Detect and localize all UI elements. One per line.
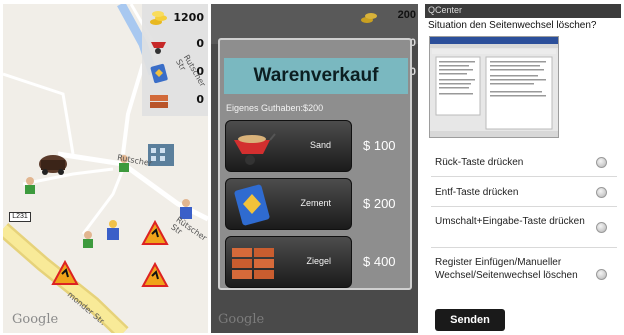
qcenter-panel: QCenter Situation den Seitenwechsel lösc… [425,4,621,333]
screenshot-collage: 1200 0 0 0 Rutscher Str Rutscher Rütsche… [0,0,624,335]
google-attribution: Google [12,312,59,327]
worker-icon[interactable] [83,231,93,248]
answer-option[interactable]: Rück-Taste drücken [435,156,615,169]
gold-coins-icon [150,11,167,25]
divider [431,176,617,177]
cement-bag-icon [234,184,270,226]
divider [431,247,617,248]
item-name: Sand [309,140,331,150]
resource-counter-panel: 1200 0 0 0 [142,4,208,116]
radio-button[interactable] [596,187,607,198]
wheelbarrow-icon [151,42,166,54]
resource-value: 0 [196,93,204,106]
buy-zement-button[interactable]: Zement [225,178,352,230]
question-text: Situation den Seitenwechsel löschen? [428,20,597,31]
option-label: Umschalt+Eingabe-Taste drücken [435,216,585,227]
resource-value: 200 [397,9,416,21]
radio-button[interactable] [596,222,607,233]
radio-button[interactable] [596,269,607,280]
wheelbarrow-sand-icon [234,133,276,165]
app-title: QCenter [428,5,463,15]
resource-value: 1200 [173,11,204,24]
item-name: Zement [300,198,331,208]
answer-option[interactable]: Register Einfügen/Manueller Wechsel/Seit… [435,256,615,282]
mine-cart-icon[interactable] [39,155,67,175]
map-panel[interactable]: 1200 0 0 0 Rutscher Str Rutscher Rütsche… [3,4,208,333]
construction-sign-icon[interactable] [141,219,169,245]
bricks-icon [232,248,274,279]
submit-button[interactable]: Senden [435,309,505,331]
worker-icon[interactable] [25,177,35,194]
option-label: Rück-Taste drücken [435,157,524,168]
question-screenshot-image [429,36,559,138]
shop-panel: 200 0 0 Warenverkauf Eigenes Guthaben:$2… [211,4,418,333]
dialog-title: Warenverkauf [224,58,408,94]
answer-option[interactable]: Entf-Taste drücken [435,186,615,199]
side-road [22,167,114,186]
resource-value: 0 [196,37,204,50]
worker-blue-icon[interactable] [107,220,119,240]
side-road [121,63,145,155]
option-label: Register Einfügen/Manueller Wechsel/Seit… [435,257,578,281]
buy-ziegel-button[interactable]: Ziegel [225,236,352,288]
item-price: $ 200 [363,196,396,211]
side-road [3,72,75,155]
title-bar: QCenter [425,4,621,18]
option-label: Entf-Taste drücken [435,187,519,198]
gold-coins-icon [361,13,377,23]
radio-button[interactable] [596,157,607,168]
side-road [81,168,125,235]
balance-label: Eigenes Guthaben:$200 [226,103,324,113]
buy-sand-button[interactable]: Sand [225,120,352,172]
resource-row-sand: 0 [142,32,208,58]
item-price: $ 400 [363,254,396,269]
brick-icon [150,95,168,108]
google-attribution: Google [218,312,265,327]
cement-bag-icon [150,63,168,84]
divider [431,206,617,207]
item-price: $ 100 [363,138,396,153]
resource-row-brick: 0 [142,88,208,114]
item-name: Ziegel [306,256,331,266]
road-shield: L231 [9,212,31,222]
construction-sign-icon[interactable] [141,261,169,287]
answer-option[interactable]: Umschalt+Eingabe-Taste drücken [435,215,615,233]
shop-dialog: Warenverkauf Eigenes Guthaben:$200 Sand … [218,38,412,290]
resource-row-gold: 1200 [142,6,208,32]
